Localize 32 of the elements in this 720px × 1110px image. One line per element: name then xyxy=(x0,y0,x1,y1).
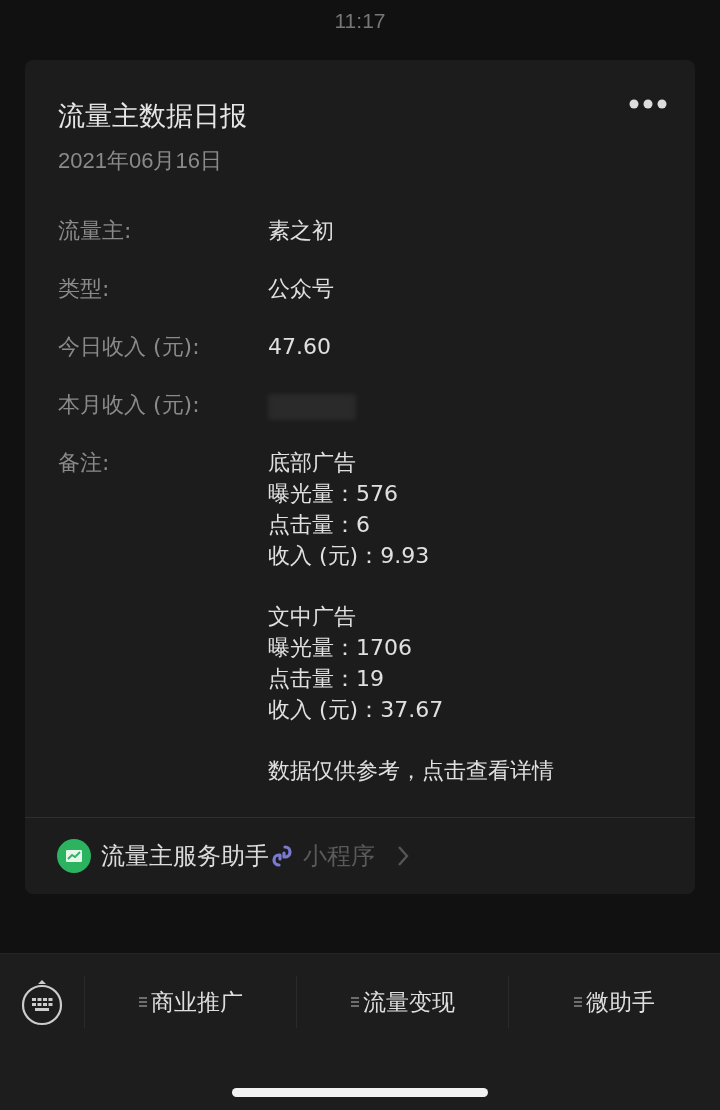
menu-item[interactable]: 商业推广 xyxy=(84,976,296,1028)
field-label: 类型: xyxy=(58,275,111,303)
note-line: 点击量：6 xyxy=(268,511,371,539)
field-label: 本月收入 (元): xyxy=(58,391,201,419)
field-label: 备注: xyxy=(58,449,111,477)
more-icon[interactable] xyxy=(629,98,667,110)
status-time: 11:17 xyxy=(334,9,386,33)
menu-icon xyxy=(574,997,582,1007)
menu-item[interactable]: 流量变现 xyxy=(296,976,508,1028)
field-label: 流量主: xyxy=(58,217,133,245)
menu-icon xyxy=(138,997,147,1007)
note-line: 收入 (元)：9.93 xyxy=(268,542,431,570)
field-value: 素之初 xyxy=(268,217,334,245)
menu-item[interactable]: 微助手 xyxy=(508,976,720,1028)
menu-icon xyxy=(350,997,359,1007)
service-name: 流量主服务助手 xyxy=(101,841,269,872)
report-date: 2021年06月16日 xyxy=(58,147,223,175)
note-line: 底部广告 xyxy=(268,449,357,477)
note-line: 文中广告 xyxy=(268,603,357,631)
note-line: 收入 (元)：37.67 xyxy=(268,696,445,724)
note-line: 点击量：19 xyxy=(268,665,385,693)
field-value: 47.60 xyxy=(268,333,331,361)
card-title: 流量主数据日报 xyxy=(58,99,247,133)
keyboard-icon[interactable] xyxy=(21,978,63,1026)
note-line: 数据仅供参考，点击查看详情 xyxy=(268,757,554,785)
field-value: 公众号 xyxy=(268,275,334,303)
mini-program-label: 小程序 xyxy=(303,841,375,872)
chart-icon xyxy=(57,839,91,873)
note-line: 曝光量：1706 xyxy=(268,634,413,662)
field-label: 今日收入 (元): xyxy=(58,333,201,361)
report-card[interactable]: 流量主数据日报 2021年06月16日 流量主: 素之初 类型: 公众号 今日收入 (元): 47.60 本月收入 (元): 备注: 底部广告 曝光量：576 点击量：6 收入 (元)：9.93 文中广告 曝光量：1706 点击量：19 收入 (元)：37.67 数据仅供参考，点击查看详情 流量主服务助手 小程序 xyxy=(25,60,695,894)
note-line: 曝光量：576 xyxy=(268,480,399,508)
